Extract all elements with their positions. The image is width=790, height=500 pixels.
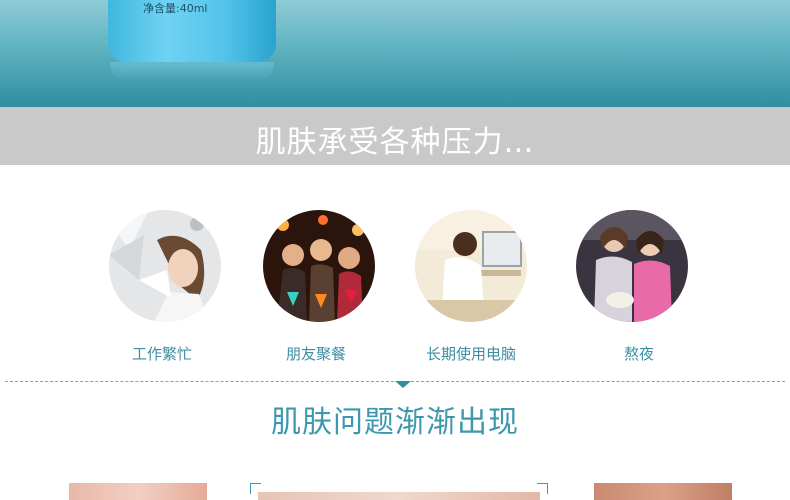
bottle-reflection [110, 62, 274, 80]
skin-problem-thumbnail-3 [594, 483, 732, 500]
friends-party-photo [263, 210, 375, 322]
busy-work-photo [109, 210, 221, 322]
skin-problem-thumbnail-1 [69, 483, 207, 500]
pressure-headline: 肌肤承受各种压力… [255, 125, 535, 160]
caption-staying-up-late: 熬夜 [623, 345, 654, 363]
caption-friends-party: 朋友聚餐 [285, 345, 346, 363]
product-banner: 净含量:40ml [0, 0, 790, 107]
divider-pointer-icon [395, 381, 411, 388]
bottle-volume-label: 净含量:40ml [143, 2, 208, 15]
caption-busy-work: 工作繁忙 [131, 345, 192, 363]
computer-use-photo [415, 210, 527, 322]
staying-up-late-photo [576, 210, 688, 322]
caption-computer-use: 长期使用电脑 [425, 345, 516, 363]
skin-problems-headline: 肌肤问题渐渐出现 [271, 405, 519, 440]
skin-problem-thumbnail-2 [258, 492, 540, 500]
